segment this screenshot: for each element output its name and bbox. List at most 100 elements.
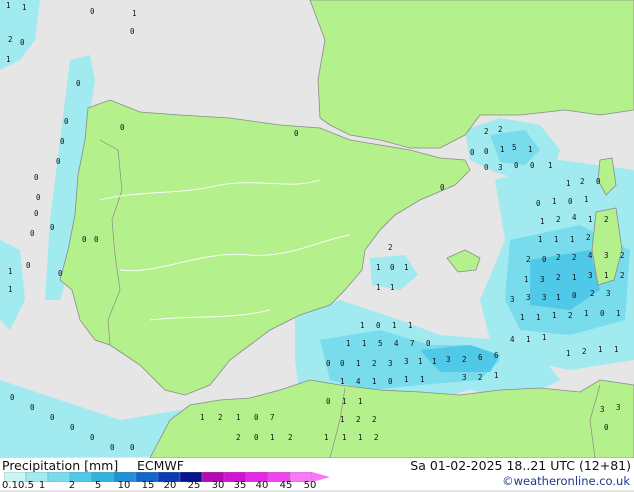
precip-value: 0 (470, 148, 475, 157)
credit-link[interactable]: ©weatheronline.co.uk (502, 474, 630, 488)
precip-value: 0 (26, 261, 31, 270)
precip-value: 1 (598, 345, 603, 354)
precip-value: 1 (346, 339, 351, 348)
precip-value: 0 (30, 403, 35, 412)
precip-value: 1 (362, 339, 367, 348)
precip-value: 3 (404, 357, 409, 366)
precip-value: 0 (130, 27, 135, 36)
precip-value: 0 (34, 209, 39, 218)
precip-value: 1 (404, 375, 409, 384)
scale-tick-label: 1 (38, 480, 46, 491)
precip-value: 0 (90, 433, 95, 442)
precip-value: 0 (536, 199, 541, 208)
precip-value: 1 (360, 321, 365, 330)
precip-value: 0 (484, 163, 489, 172)
precip-value: 1 (8, 267, 13, 276)
precip-value: 0 (70, 423, 75, 432)
scale-tick-label: 20 (163, 480, 177, 491)
precip-value: 2 (620, 271, 625, 280)
precip-value: 1 (324, 433, 329, 442)
precip-value: 3 (498, 163, 503, 172)
precip-value: 1 (566, 349, 571, 358)
precip-value: 2 (556, 273, 561, 282)
precip-value: 1 (372, 377, 377, 386)
model-name: ECMWF (137, 458, 184, 473)
precip-value: 2 (8, 35, 13, 44)
precip-value: 0 (36, 193, 41, 202)
precip-value: 0 (390, 263, 395, 272)
precip-value: 0 (376, 321, 381, 330)
precip-value: 3 (604, 251, 609, 260)
precip-value: 1 (588, 215, 593, 224)
precip-value: 0 (64, 117, 69, 126)
precip-value: 0 (600, 309, 605, 318)
precip-value: 1 (132, 9, 137, 18)
precip-value: 2 (484, 127, 489, 136)
precip-value: 1 (404, 263, 409, 272)
precip-value: 3 (588, 271, 593, 280)
precip-value: 6 (478, 353, 483, 362)
precip-value: 1 (358, 433, 363, 442)
precip-value: 0 (90, 7, 95, 16)
precip-value: 1 (528, 145, 533, 154)
precip-value: 0 (110, 443, 115, 452)
precip-value: 1 (572, 273, 577, 282)
precip-value: 3 (446, 355, 451, 364)
precip-value: 0 (294, 129, 299, 138)
precip-value: 1 (584, 309, 589, 318)
color-scale-labels: 0.1 0.5 1 2 5 10 15 20 25 30 35 40 45 50 (0, 480, 340, 492)
precip-value: 1 (538, 235, 543, 244)
precip-value: 1 (420, 375, 425, 384)
precip-value: 2 (590, 289, 595, 298)
precip-value: 0 (514, 161, 519, 170)
precip-value: 2 (218, 413, 223, 422)
precip-value: 0 (130, 443, 135, 452)
precip-value: 2 (526, 255, 531, 264)
precip-value: 1 (340, 377, 345, 386)
precip-value: 0 (56, 157, 61, 166)
precip-value: 4 (510, 335, 515, 344)
precip-value: 0 (58, 269, 63, 278)
precip-value: 6 (494, 351, 499, 360)
precip-value: 1 (566, 179, 571, 188)
precip-value: 3 (540, 275, 545, 284)
precip-value: 0 (30, 229, 35, 238)
precip-value: 0 (572, 291, 577, 300)
precip-value: 1 (552, 311, 557, 320)
precip-value: 0 (94, 235, 99, 244)
precip-value: 1 (520, 313, 525, 322)
precip-value: 0 (326, 397, 331, 406)
precip-value: 1 (8, 285, 13, 294)
scale-tick-label: 35 (233, 480, 247, 491)
precip-value: 1 (392, 321, 397, 330)
precip-value: 1 (614, 345, 619, 354)
precip-value: 0 (326, 359, 331, 368)
map-footer: Precipitation [mm] ECMWF Sa 01-02-2025 1… (0, 458, 634, 492)
scale-tick-label: 30 (211, 480, 225, 491)
precip-value: 0 (340, 359, 345, 368)
precip-value: 1 (342, 397, 347, 406)
precip-value: 2 (572, 253, 577, 262)
precip-value: 0 (596, 177, 601, 186)
precip-value: 2 (556, 253, 561, 262)
precip-value: 3 (462, 373, 467, 382)
precip-value: 2 (388, 243, 393, 252)
scale-tick-label: 50 (303, 480, 317, 491)
precip-value: 3 (606, 289, 611, 298)
scale-tick-label: 40 (255, 480, 269, 491)
precip-value: 0 (34, 173, 39, 182)
precip-value: 1 (542, 333, 547, 342)
precip-value: 1 (604, 271, 609, 280)
precip-value: 3 (600, 405, 605, 414)
precip-value: 1 (340, 415, 345, 424)
precip-value: 3 (542, 293, 547, 302)
precip-value: 1 (494, 371, 499, 380)
precip-value: 1 (584, 195, 589, 204)
precip-value: 0 (50, 223, 55, 232)
precip-value: 1 (356, 359, 361, 368)
precip-value: 0 (254, 433, 259, 442)
precip-value: 2 (580, 177, 585, 186)
precip-value: 2 (374, 433, 379, 442)
precip-value: 2 (478, 373, 483, 382)
precip-value: 4 (572, 213, 577, 222)
